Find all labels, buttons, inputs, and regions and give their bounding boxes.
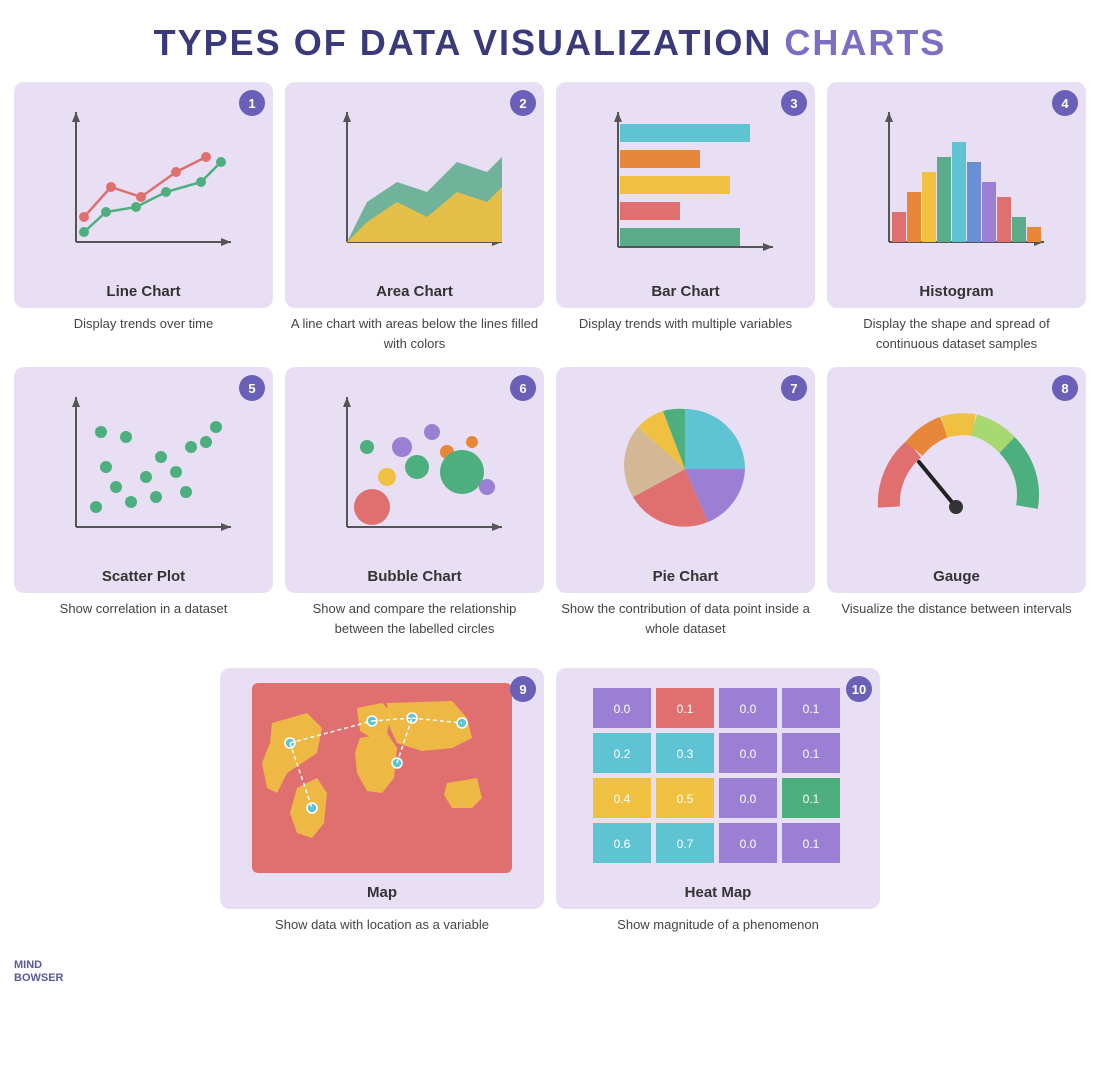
gauge-label: Gauge xyxy=(933,568,980,585)
chart-grid-row3 xyxy=(0,652,1100,668)
bar-chart-label: Bar Chart xyxy=(651,283,719,300)
page-title: Types of Data Visualization Charts xyxy=(0,0,1100,82)
card-gauge: 8 xyxy=(827,367,1086,593)
map-visual xyxy=(230,678,534,878)
chart-grid-row2: 5 xyxy=(0,367,1100,652)
heatmap-visual: 0.0 0.1 0.0 0.1 0.2 0.3 0.0 0.1 xyxy=(566,678,870,878)
card-wrap-heatmap: 10 0.0 0.1 0.0 0.1 0.2 0. xyxy=(556,668,880,935)
scatter-visual xyxy=(24,377,263,562)
title-accent: Charts xyxy=(784,22,946,63)
card-heatmap: 10 0.0 0.1 0.0 0.1 0.2 0. xyxy=(556,668,880,909)
card-wrap-pie: 7 Pie Chart xyxy=(556,367,815,638)
badge-10: 10 xyxy=(846,676,872,702)
card-wrap-line-chart: 1 xyxy=(14,82,273,353)
bubble-desc: Show and compare the relationship betwee… xyxy=(285,599,544,638)
bar-chart-visual xyxy=(566,92,805,277)
map-label: Map xyxy=(367,884,397,901)
bar-chart-desc: Display trends with multiple variables xyxy=(575,314,796,334)
scatter-desc: Show correlation in a dataset xyxy=(56,599,232,619)
heatmap-label: Heat Map xyxy=(685,884,752,901)
gauge-visual xyxy=(837,377,1076,562)
chart-grid-row1: 1 xyxy=(0,82,1100,367)
svg-text:0.0: 0.0 xyxy=(740,792,757,806)
line-chart-label: Line Chart xyxy=(106,283,180,300)
svg-text:0.0: 0.0 xyxy=(614,702,631,716)
card-wrap-histogram: 4 xyxy=(827,82,1086,353)
card-map: 9 xyxy=(220,668,544,909)
footer: MIND BOWSER xyxy=(0,951,1100,993)
badge-9: 9 xyxy=(510,676,536,702)
line-chart-desc: Display trends over time xyxy=(70,314,217,334)
badge-3: 3 xyxy=(781,90,807,116)
svg-text:0.1: 0.1 xyxy=(803,747,820,761)
card-wrap-scatter: 5 xyxy=(14,367,273,638)
pie-visual xyxy=(566,377,805,562)
bubble-visual xyxy=(295,377,534,562)
svg-text:0.7: 0.7 xyxy=(677,837,694,851)
map-desc: Show data with location as a variable xyxy=(271,915,493,935)
svg-text:0.0: 0.0 xyxy=(740,747,757,761)
scatter-label: Scatter Plot xyxy=(102,568,185,585)
badge-1: 1 xyxy=(239,90,265,116)
card-bar-chart: 3 Bar Chart xyxy=(556,82,815,308)
card-bubble: 6 xyxy=(285,367,544,593)
card-area-chart: 2 Area Chart xyxy=(285,82,544,308)
pie-desc: Show the contribution of data point insi… xyxy=(556,599,815,638)
svg-text:0.2: 0.2 xyxy=(614,747,631,761)
svg-text:0.1: 0.1 xyxy=(677,702,694,716)
svg-text:0.5: 0.5 xyxy=(677,792,694,806)
badge-7: 7 xyxy=(781,375,807,401)
card-scatter: 5 xyxy=(14,367,273,593)
svg-text:0.1: 0.1 xyxy=(803,837,820,851)
card-pie: 7 Pie Chart xyxy=(556,367,815,593)
svg-text:0.3: 0.3 xyxy=(677,747,694,761)
pie-label: Pie Chart xyxy=(653,568,719,585)
card-wrap-bubble: 6 xyxy=(285,367,544,638)
card-line-chart: 1 xyxy=(14,82,273,308)
svg-text:0.1: 0.1 xyxy=(803,792,820,806)
area-chart-visual xyxy=(295,92,534,277)
badge-6: 6 xyxy=(510,375,536,401)
card-wrap-area-chart: 2 Area Chart A line chart with areas bel… xyxy=(285,82,544,353)
badge-2: 2 xyxy=(510,90,536,116)
badge-4: 4 xyxy=(1052,90,1078,116)
svg-text:0.0: 0.0 xyxy=(740,837,757,851)
card-histogram: 4 xyxy=(827,82,1086,308)
svg-text:0.4: 0.4 xyxy=(614,792,631,806)
bubble-label: Bubble Chart xyxy=(367,568,461,585)
chart-grid-row3: 9 xyxy=(0,668,1100,951)
area-chart-label: Area Chart xyxy=(376,283,453,300)
svg-text:0.6: 0.6 xyxy=(614,837,631,851)
histogram-visual xyxy=(837,92,1076,277)
heatmap-desc: Show magnitude of a phenomenon xyxy=(613,915,823,935)
svg-text:0.1: 0.1 xyxy=(803,702,820,716)
footer-line1: MIND xyxy=(14,959,64,972)
card-wrap-map: 9 xyxy=(220,668,544,935)
line-chart-visual xyxy=(24,92,263,277)
footer-line2: BOWSER xyxy=(14,972,64,985)
histogram-label: Histogram xyxy=(919,283,993,300)
badge-5: 5 xyxy=(239,375,265,401)
badge-8: 8 xyxy=(1052,375,1078,401)
svg-text:0.0: 0.0 xyxy=(740,702,757,716)
area-chart-desc: A line chart with areas below the lines … xyxy=(285,314,544,353)
card-wrap-bar-chart: 3 Bar Chart Display trends with multiple… xyxy=(556,82,815,353)
card-wrap-gauge: 8 xyxy=(827,367,1086,638)
histogram-desc: Display the shape and spread of continuo… xyxy=(827,314,1086,353)
gauge-desc: Visualize the distance between intervals xyxy=(837,599,1075,619)
footer-logo: MIND BOWSER xyxy=(14,959,64,985)
title-main: Types of Data Visualization xyxy=(154,22,785,63)
